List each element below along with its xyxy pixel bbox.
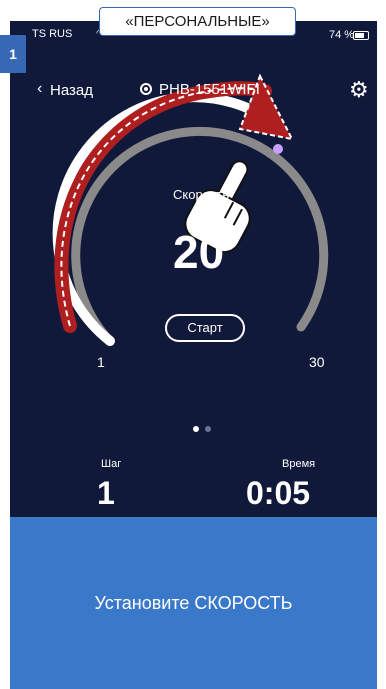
time-label: Время [282, 458, 316, 470]
page-dot-active[interactable] [193, 426, 199, 432]
instruction-panel: Установите СКОРОСТЬ [10, 517, 377, 689]
gear-icon[interactable]: ⚙ [349, 79, 369, 101]
step-badge: 1 [0, 35, 26, 73]
dial-max-label: 30 [309, 354, 325, 370]
step-value: 1 [97, 475, 115, 511]
mode-label: «ПЕРСОНАЛЬНЫЕ» [99, 7, 296, 36]
speed-value: 20 [173, 226, 225, 278]
time-value: 0:05 [246, 475, 311, 511]
dial-min-label: 1 [97, 354, 105, 370]
page-indicator[interactable] [193, 419, 217, 437]
back-button[interactable]: Назад [32, 82, 93, 99]
phone-screen: TS RUS ◠ 74 % Скорость 20 Старт 1 30 Шаг… [10, 21, 377, 517]
start-button[interactable]: Старт [165, 314, 245, 342]
device-name: PHB-1551WIFI [159, 81, 260, 98]
page-dot[interactable] [205, 426, 211, 432]
dial-knob [273, 144, 283, 154]
step-label: Шаг [101, 458, 122, 470]
speed-label: Скорость [173, 187, 230, 202]
